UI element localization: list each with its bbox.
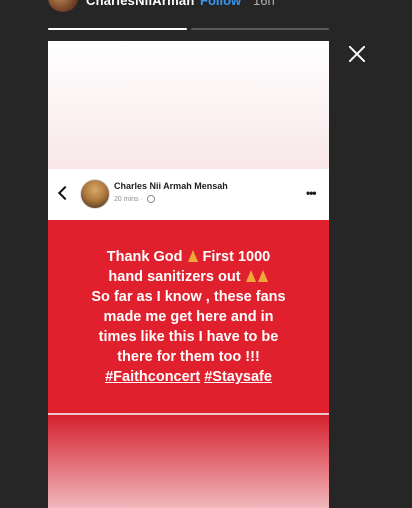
post-header: Charles Nii Armah Mensah 20 mins · ••• <box>48 169 329 220</box>
globe-icon <box>146 195 155 203</box>
post-line: times like this I have to be <box>98 329 279 345</box>
progress-fill <box>48 28 187 30</box>
post-author-name: Charles Nii Armah Mensah <box>114 181 228 191</box>
close-icon[interactable] <box>344 41 370 67</box>
hashtag-link[interactable]: #Staysafe <box>204 369 272 385</box>
post-line: made me get here and in <box>103 309 274 325</box>
chevron-left-icon <box>57 185 73 201</box>
story-header: CharlesNiiArmah Follow 16h <box>0 0 412 40</box>
post-line: #Faithconcert #Staysafe <box>52 367 325 387</box>
post-line: hand sanitizers out <box>52 267 325 287</box>
story-avatar[interactable] <box>48 0 78 12</box>
folded-hands-icon <box>257 270 268 282</box>
hashtag-link[interactable]: #Faithconcert <box>105 369 200 385</box>
post-author-avatar <box>80 179 110 209</box>
more-icon: ••• <box>306 186 317 200</box>
post-text: Thank God First 1000 hand sanitizers out… <box>52 247 325 387</box>
post-line: So far as I know , these fans <box>91 289 286 305</box>
post-body: Thank God First 1000 hand sanitizers out… <box>48 220 329 413</box>
story-image: Charles Nii Armah Mensah 20 mins · ••• T… <box>48 41 329 508</box>
story-image-bottom <box>48 415 329 508</box>
story-progress-segment-2 <box>191 28 329 30</box>
story-progress-segment-1 <box>48 28 187 30</box>
follow-button[interactable]: Follow <box>200 0 241 8</box>
post-line: Thank God First 1000 <box>106 249 271 265</box>
facebook-post: Charles Nii Armah Mensah 20 mins · ••• T… <box>48 169 329 413</box>
story-time: 16h <box>253 0 275 8</box>
folded-hands-icon <box>245 270 256 282</box>
post-timestamp: 20 mins · <box>114 195 155 203</box>
post-line: there for them too !!! <box>117 349 260 365</box>
story-username[interactable]: CharlesNiiArmah <box>86 0 194 8</box>
folded-hands-icon <box>187 250 198 262</box>
